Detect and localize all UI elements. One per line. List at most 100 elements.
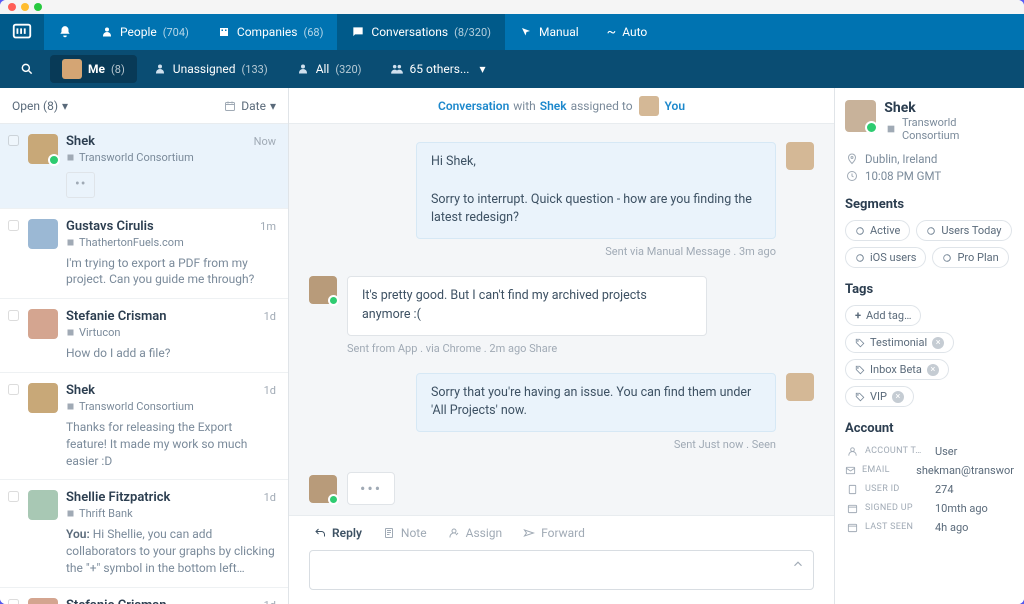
conv-checkbox[interactable] <box>8 598 20 604</box>
profile-panel: Shek Transworld Consortium Dublin, Irela… <box>834 88 1024 604</box>
filter-open-dropdown[interactable]: Open (8) ▾ <box>12 99 68 113</box>
filter-unassigned-label: Unassigned <box>173 62 236 76</box>
conv-avatar <box>28 598 58 604</box>
filter-me[interactable]: Me (8) <box>50 55 137 83</box>
composer-tab-forward[interactable]: Forward <box>522 526 585 540</box>
segment-chip[interactable]: Pro Plan <box>932 247 1008 268</box>
search-button[interactable] <box>8 50 46 88</box>
conversation-item[interactable]: ShekNowTransworld Consortium•• <box>0 124 288 209</box>
account-title: Account <box>845 421 1014 436</box>
composer-tab-assign-label: Assign <box>466 526 503 540</box>
notifications-button[interactable] <box>44 14 86 50</box>
conversation-header: Conversation with Shek assigned to You <box>289 88 834 124</box>
nav-people[interactable]: People (704) <box>86 14 203 50</box>
filter-all[interactable]: All (320) <box>284 50 374 88</box>
conv-avatar <box>28 134 58 164</box>
conversation-item[interactable]: Stefanie Crisman1dVirtuconHow do I add a… <box>0 299 288 373</box>
assignee-avatar <box>639 96 659 116</box>
remove-tag-icon[interactable]: × <box>927 364 939 376</box>
tag-chip[interactable]: Testimonial× <box>845 332 954 353</box>
nav-auto[interactable]: ~ Auto <box>593 14 662 50</box>
close-window-dot[interactable] <box>8 3 16 11</box>
sub-nav: Me (8) Unassigned (133) All (320) 65 oth… <box>0 50 1024 88</box>
header-with: with <box>513 99 535 113</box>
segment-chip[interactable]: iOS users <box>845 247 926 268</box>
remove-tag-icon[interactable]: × <box>932 337 944 349</box>
conv-preview: How do I add a file? <box>66 345 276 362</box>
message-row: It's pretty good. But I can't find my ar… <box>309 276 814 336</box>
filter-others[interactable]: 65 others... ▾ <box>378 50 502 88</box>
composer-expand-button[interactable] <box>791 557 805 571</box>
composer-input[interactable] <box>309 550 814 590</box>
tag-chip[interactable]: VIP× <box>845 386 914 407</box>
nav-conversations[interactable]: Conversations (8/320) <box>337 14 505 50</box>
conv-checkbox[interactable] <box>8 383 20 469</box>
message-meta: Sent via Manual Message . 3m ago <box>309 245 814 258</box>
conv-name: Shek <box>66 134 95 149</box>
email-icon <box>845 463 856 477</box>
app-logo[interactable] <box>0 14 44 50</box>
conv-time: 1d <box>264 599 276 604</box>
tag-chip[interactable]: Inbox Beta× <box>845 359 949 380</box>
minimize-window-dot[interactable] <box>21 3 29 11</box>
composer-tabs: Reply Note Assign Forward <box>309 516 814 550</box>
person-icon <box>100 25 114 39</box>
header-person-link[interactable]: Shek <box>540 99 567 113</box>
bell-icon <box>58 25 72 39</box>
header-conversation-link[interactable]: Conversation <box>438 99 509 113</box>
account-value: User <box>935 445 957 458</box>
segments-title: Segments <box>845 197 1014 212</box>
message-avatar <box>786 142 814 170</box>
conv-checkbox[interactable] <box>8 219 20 289</box>
conv-org: Transworld Consortium <box>66 151 276 164</box>
add-tag-chip[interactable]: +Add tag… <box>845 305 921 326</box>
tilde-icon: ~ <box>607 24 617 40</box>
composer-tab-note[interactable]: Note <box>382 526 427 540</box>
profile-avatar[interactable] <box>845 100 876 132</box>
composer-tab-assign[interactable]: Assign <box>447 526 503 540</box>
window-titlebar <box>0 0 1024 14</box>
conv-time: 1m <box>260 220 276 233</box>
composer-tab-reply[interactable]: Reply <box>313 526 362 540</box>
composer: Reply Note Assign Forward <box>289 515 834 604</box>
filter-unassigned-count: (133) <box>242 63 268 76</box>
sort-date-label: Date <box>241 99 266 113</box>
conv-checkbox[interactable] <box>8 309 20 362</box>
conv-org: Transworld Consortium <box>66 400 276 413</box>
building-icon <box>884 122 898 136</box>
conv-avatar <box>28 219 58 249</box>
segments-list: Active Users Today iOS users Pro Plan <box>845 220 1014 268</box>
nav-people-count: (704) <box>163 26 189 39</box>
conversation-item[interactable]: Shek1dTransworld ConsortiumThanks for re… <box>0 373 288 480</box>
profile-name: Shek <box>884 100 1014 116</box>
list-header: Open (8) ▾ Date ▾ <box>0 88 288 124</box>
segment-chip[interactable]: Users Today <box>916 220 1011 241</box>
me-avatar <box>62 59 82 79</box>
account-row-userId: USER ID274 <box>845 482 1014 496</box>
profile-location: Dublin, Ireland <box>845 152 1014 166</box>
account-value: 274 <box>935 483 954 496</box>
segment-chip[interactable]: Active <box>845 220 910 241</box>
nav-companies[interactable]: Companies (68) <box>203 14 338 50</box>
filter-unassigned[interactable]: Unassigned (133) <box>141 50 280 88</box>
conversation-item[interactable]: Gustavs Cirulis1mThathertonFuels.comI'm … <box>0 209 288 300</box>
nav-manual[interactable]: Manual <box>505 14 593 50</box>
filter-all-label: All <box>316 62 330 76</box>
account-list: ACCOUNT T…UserEMAILshekman@transworUSER … <box>845 444 1014 534</box>
conv-org: Thrift Bank <box>66 507 276 520</box>
maximize-window-dot[interactable] <box>34 3 42 11</box>
remove-tag-icon[interactable]: × <box>892 391 904 403</box>
sort-date-dropdown[interactable]: Date ▾ <box>223 99 276 113</box>
header-you-link[interactable]: You <box>665 99 685 113</box>
nav-conversations-label: Conversations <box>371 25 448 39</box>
conv-time: 1d <box>264 384 276 397</box>
conv-checkbox[interactable] <box>8 134 20 198</box>
message-avatar <box>786 373 814 401</box>
profile-time: 10:08 PM GMT <box>845 169 1014 183</box>
composer-tab-forward-label: Forward <box>541 526 585 540</box>
conv-checkbox[interactable] <box>8 490 20 576</box>
type-icon <box>845 444 859 458</box>
conversation-item[interactable]: Shellie Fitzpatrick1dThrift BankYou: Hi … <box>0 480 288 587</box>
nav-companies-label: Companies <box>237 25 298 39</box>
conversation-item[interactable]: Stefanie Crisman1dVirtuconAwesome! I'll … <box>0 588 288 604</box>
